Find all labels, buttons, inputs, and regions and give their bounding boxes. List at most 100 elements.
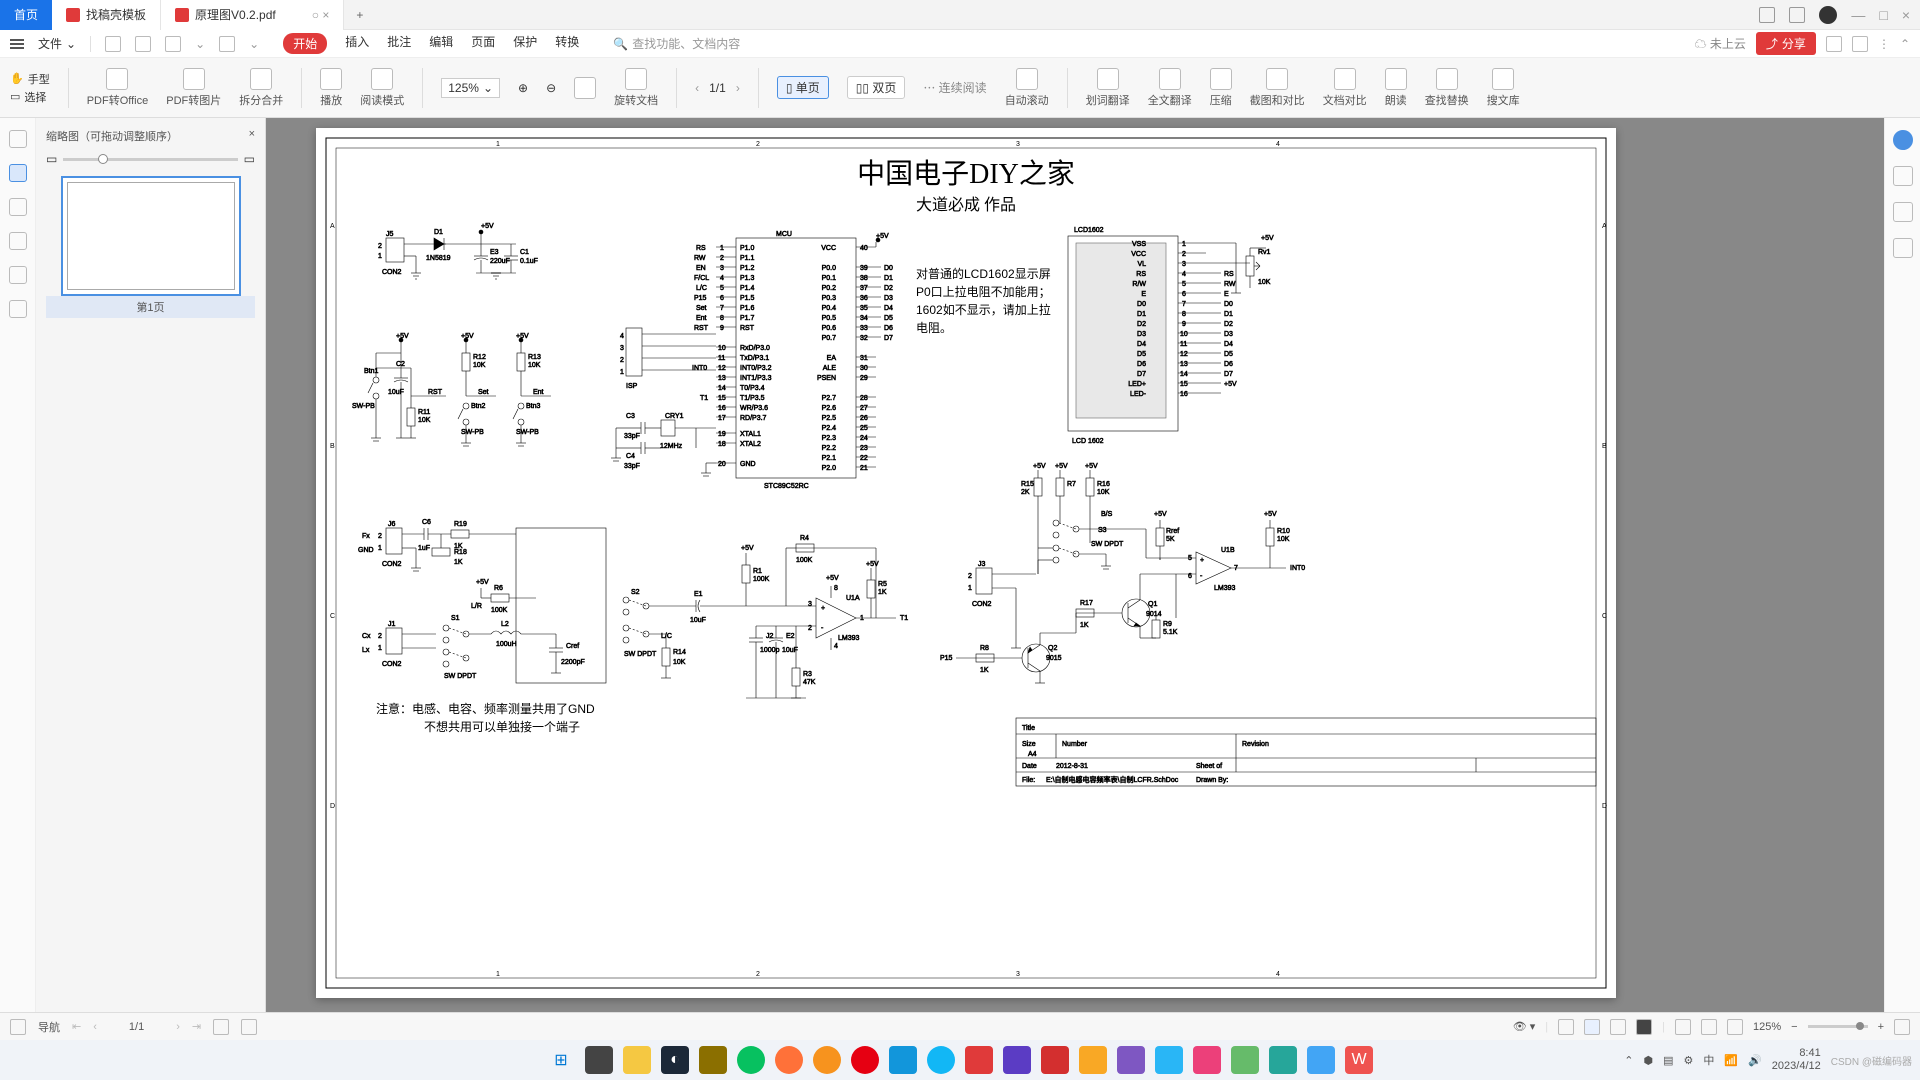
save-icon[interactable] bbox=[135, 36, 151, 52]
print-icon[interactable] bbox=[165, 36, 181, 52]
gear-icon[interactable] bbox=[1826, 36, 1842, 52]
fit1-icon[interactable] bbox=[1675, 1019, 1691, 1035]
search-docs[interactable]: 搜文库 bbox=[1487, 68, 1520, 108]
tab-annotate[interactable]: 批注 bbox=[387, 33, 411, 54]
tab-home[interactable]: 首页 bbox=[0, 0, 52, 30]
auto-scroll[interactable]: 自动滚动 bbox=[1005, 68, 1049, 108]
tab-convert[interactable]: 转换 bbox=[555, 33, 579, 54]
tray-volume[interactable]: 🔊 bbox=[1748, 1054, 1762, 1067]
zoom-slider[interactable] bbox=[1808, 1025, 1868, 1028]
task-app7[interactable] bbox=[1041, 1046, 1069, 1074]
task-app2[interactable] bbox=[699, 1046, 727, 1074]
find-replace[interactable]: 查找替换 bbox=[1425, 68, 1469, 108]
task-app11[interactable] bbox=[1193, 1046, 1221, 1074]
signature-icon[interactable] bbox=[9, 266, 27, 284]
view3-icon[interactable] bbox=[1610, 1019, 1626, 1035]
tab-document[interactable]: 原理图V0.2.pdf○ × bbox=[161, 0, 344, 30]
fullscreen-icon[interactable] bbox=[1894, 1019, 1910, 1035]
task-firefox[interactable] bbox=[775, 1046, 803, 1074]
eye-icon[interactable]: 👁 ▾ bbox=[1513, 1020, 1536, 1033]
tab-protect[interactable]: 保护 bbox=[513, 33, 537, 54]
grid-icon[interactable] bbox=[1789, 7, 1805, 23]
word-translate[interactable]: 划词翻译 bbox=[1086, 68, 1130, 108]
task-wps[interactable] bbox=[965, 1046, 993, 1074]
rotate[interactable]: 旋转文档 bbox=[614, 68, 658, 108]
layers-icon[interactable] bbox=[9, 300, 27, 318]
undo-icon[interactable] bbox=[219, 36, 235, 52]
tab-page[interactable]: 页面 bbox=[471, 33, 495, 54]
fit2-icon[interactable] bbox=[1701, 1019, 1717, 1035]
select-tool[interactable]: ▭ 选择 bbox=[10, 89, 50, 105]
new-tab-button[interactable]: + bbox=[344, 8, 375, 22]
continuous-read[interactable]: ⋯ 连续阅读 bbox=[923, 79, 986, 96]
hand-tool[interactable]: ✋ 手型 bbox=[10, 71, 50, 87]
screenshot-compare[interactable]: 截图和对比 bbox=[1250, 68, 1305, 108]
open-icon[interactable] bbox=[105, 36, 121, 52]
tool1-icon[interactable] bbox=[1893, 166, 1913, 186]
clock[interactable]: 8:412023/4/12 bbox=[1772, 1047, 1821, 1073]
tool2-icon[interactable] bbox=[1893, 202, 1913, 222]
single-page[interactable]: ▯ 单页 bbox=[777, 76, 829, 99]
tab-start[interactable]: 开始 bbox=[283, 33, 327, 54]
thumbnail-icon[interactable] bbox=[9, 164, 27, 182]
task-app14[interactable] bbox=[1307, 1046, 1335, 1074]
expand-icon[interactable] bbox=[1852, 36, 1868, 52]
cloud-status[interactable]: ☁ 未上云 bbox=[1695, 35, 1746, 52]
pdf-to-office[interactable]: PDF转Office bbox=[87, 68, 149, 108]
task-app6[interactable] bbox=[1003, 1046, 1031, 1074]
zoom-out-icon[interactable]: ⊖ bbox=[546, 81, 556, 95]
task-app9[interactable] bbox=[1117, 1046, 1145, 1074]
first-page[interactable]: ⇤ bbox=[72, 1020, 81, 1033]
attachment-icon[interactable] bbox=[9, 232, 27, 250]
tray-icon2[interactable]: ▤ bbox=[1663, 1054, 1673, 1067]
task-app12[interactable] bbox=[1231, 1046, 1259, 1074]
play-button[interactable]: 播放 bbox=[320, 68, 342, 108]
doc-compare[interactable]: 文档对比 bbox=[1323, 68, 1367, 108]
task-app8[interactable] bbox=[1079, 1046, 1107, 1074]
last-page[interactable]: ⇥ bbox=[192, 1020, 201, 1033]
next-page[interactable]: › bbox=[176, 1021, 180, 1033]
more-icon[interactable]: ⋮ bbox=[1878, 37, 1890, 51]
maximize-icon[interactable]: □ bbox=[1879, 7, 1887, 23]
collapse-ribbon-icon[interactable]: ⌃ bbox=[1900, 37, 1910, 51]
fit-width[interactable] bbox=[574, 77, 596, 99]
full-translate[interactable]: 全文翻译 bbox=[1148, 68, 1192, 108]
task-explorer[interactable] bbox=[623, 1046, 651, 1074]
hamburger-icon[interactable] bbox=[10, 39, 24, 49]
prev-page[interactable]: ‹ bbox=[93, 1021, 97, 1033]
minimize-icon[interactable]: — bbox=[1851, 7, 1865, 23]
read-mode[interactable]: 阅读模式 bbox=[360, 68, 404, 108]
zoom-in-icon[interactable]: ⊕ bbox=[518, 81, 528, 95]
pdf-to-image[interactable]: PDF转图片 bbox=[166, 68, 221, 108]
task-app13[interactable] bbox=[1269, 1046, 1297, 1074]
page-thumbnail-1[interactable] bbox=[61, 176, 241, 296]
bookmark-icon[interactable] bbox=[9, 130, 27, 148]
split-merge[interactable]: 拆分合并 bbox=[239, 68, 283, 108]
document-canvas[interactable]: ABCD ABCD 1234 1234 中国电子DIY之家 大道必成 作品 J5… bbox=[266, 118, 1884, 1012]
sidebar-toggle-icon[interactable] bbox=[10, 1019, 26, 1035]
tab-insert[interactable]: 插入 bbox=[345, 33, 369, 54]
tool3-icon[interactable] bbox=[1893, 238, 1913, 258]
tab-templates[interactable]: 找稿壳模板 bbox=[52, 0, 161, 30]
tray-icon3[interactable]: ⚙ bbox=[1684, 1054, 1694, 1067]
thumb-size-slider[interactable]: ▭▭ bbox=[46, 152, 255, 166]
zoom-in[interactable]: + bbox=[1878, 1021, 1884, 1033]
read-aloud[interactable]: 朗读 bbox=[1385, 68, 1407, 108]
double-page[interactable]: ▯▯ 双页 bbox=[847, 76, 906, 99]
task-app1[interactable] bbox=[585, 1046, 613, 1074]
view2-icon[interactable] bbox=[1584, 1019, 1600, 1035]
collapse-icon[interactable] bbox=[213, 1019, 229, 1035]
zoom-select[interactable]: 125% ⌄ bbox=[441, 78, 500, 98]
zoom-out[interactable]: − bbox=[1791, 1021, 1797, 1033]
task-app4[interactable] bbox=[851, 1046, 879, 1074]
close-icon[interactable]: ○ × bbox=[312, 8, 330, 22]
assistant-icon[interactable] bbox=[1893, 130, 1913, 150]
task-steam[interactable]: ◐ bbox=[661, 1046, 689, 1074]
play-view-icon[interactable] bbox=[1636, 1019, 1652, 1035]
close-panel-icon[interactable]: × bbox=[249, 128, 255, 144]
view1-icon[interactable] bbox=[1558, 1019, 1574, 1035]
comment-icon[interactable] bbox=[9, 198, 27, 216]
tray-chevron[interactable]: ⌃ bbox=[1624, 1054, 1633, 1067]
compress[interactable]: 压缩 bbox=[1210, 68, 1232, 108]
tray-wifi[interactable]: 📶 bbox=[1724, 1054, 1738, 1067]
